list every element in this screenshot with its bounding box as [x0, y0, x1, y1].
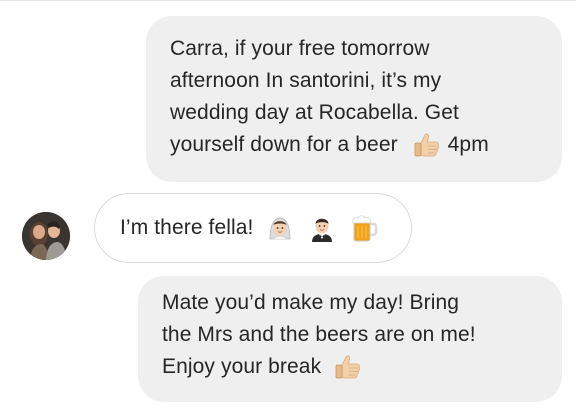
top-divider: [0, 0, 576, 1]
groom-icon: [307, 213, 337, 243]
thumbs-up-icon: [333, 352, 363, 382]
bride-icon: [265, 213, 295, 243]
message-line: afternoon In santorini, it’s my: [170, 69, 442, 92]
message-bubble-incoming[interactable]: I’m there fella!: [94, 193, 412, 263]
message-line: wedding day at Rocabella. Get: [170, 101, 459, 124]
message-line: the Mrs and the beers are on me!: [162, 323, 476, 346]
message-line-last: Enjoy your break: [162, 351, 542, 383]
thumbs-up-icon: [412, 130, 442, 160]
message-bubble-outgoing[interactable]: Mate you’d make my day! Bring the Mrs an…: [138, 276, 562, 402]
beer-mug-icon: [349, 213, 379, 243]
message-bubble-outgoing[interactable]: Carra, if your free tomorrow afternoon I…: [146, 16, 562, 182]
message-line-last: yourself down for a beer 4pm: [170, 129, 540, 161]
message-text: yourself down for a beer: [170, 133, 398, 156]
avatar[interactable]: [22, 212, 70, 260]
message-text: Enjoy your break: [162, 355, 322, 378]
message-text-suffix: 4pm: [447, 133, 489, 156]
message-line: Mate you’d make my day! Bring: [162, 291, 460, 314]
message-text: I’m there fella!: [120, 216, 254, 239]
message-line: I’m there fella!: [120, 212, 411, 244]
message-line: Carra, if your free tomorrow: [170, 37, 430, 60]
